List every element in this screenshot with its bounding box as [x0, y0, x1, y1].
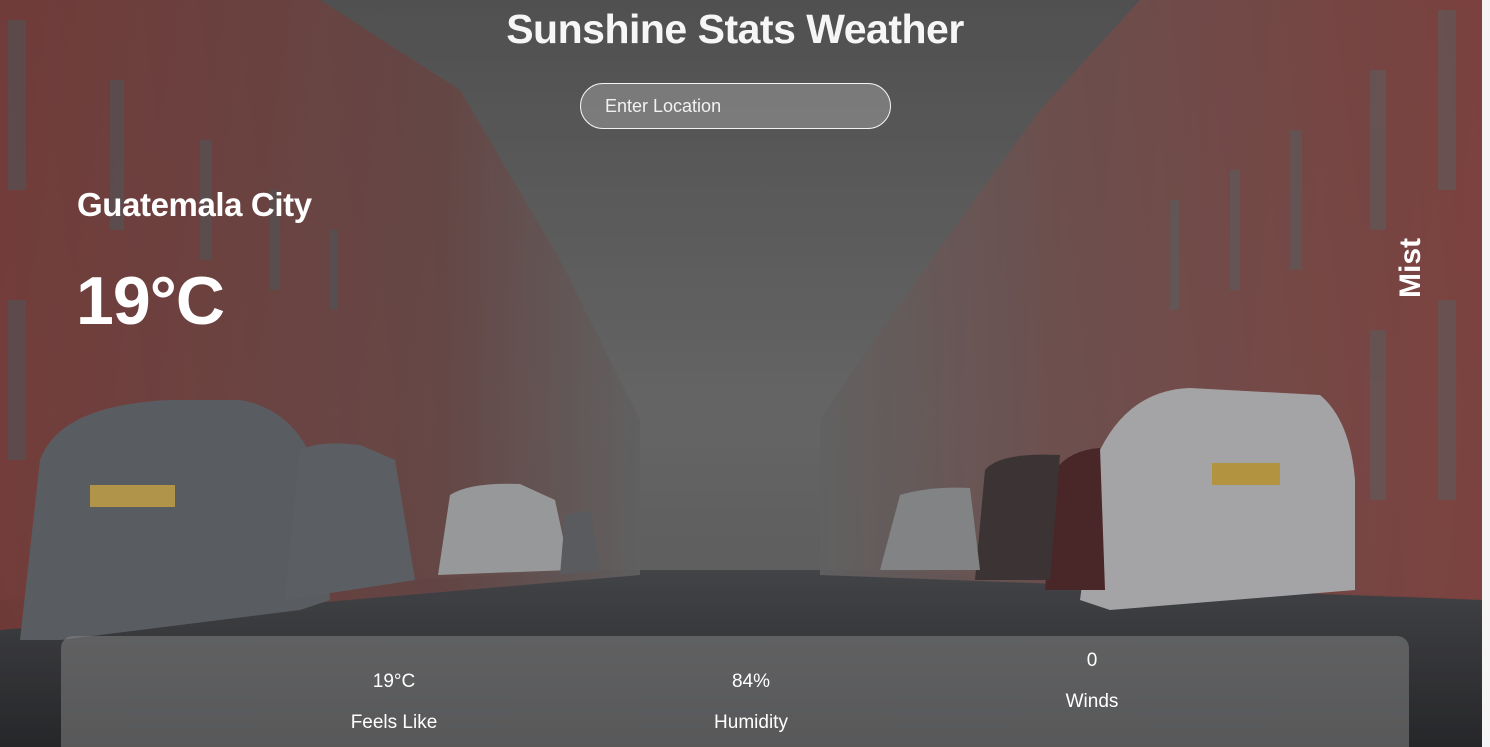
stat-winds: 0 Winds [992, 650, 1192, 713]
weather-condition: Mist [1394, 238, 1427, 298]
weather-stats-panel: 19°C Feels Like 84% Humidity 0 Winds [61, 636, 1409, 747]
weather-app: Sunshine Stats Weather Guatemala City 19… [0, 0, 1490, 747]
app-title: Sunshine Stats Weather [506, 6, 964, 52]
feels-like-value: 19°C [372, 671, 416, 692]
feels-like-label: Feels Like [350, 712, 438, 733]
winds-label: Winds [1065, 691, 1119, 712]
search-container [580, 83, 891, 129]
stat-feels-like: 19°C Feels Like [294, 671, 494, 734]
current-temperature: 19°C [76, 263, 225, 339]
city-name: Guatemala City [77, 186, 312, 223]
humidity-value: 84% [731, 671, 771, 692]
stat-humidity: 84% Humidity [651, 671, 851, 734]
winds-value: 0 [1086, 650, 1098, 671]
location-search-input[interactable] [580, 83, 891, 129]
window-edge [1482, 0, 1490, 747]
humidity-label: Humidity [714, 712, 788, 733]
